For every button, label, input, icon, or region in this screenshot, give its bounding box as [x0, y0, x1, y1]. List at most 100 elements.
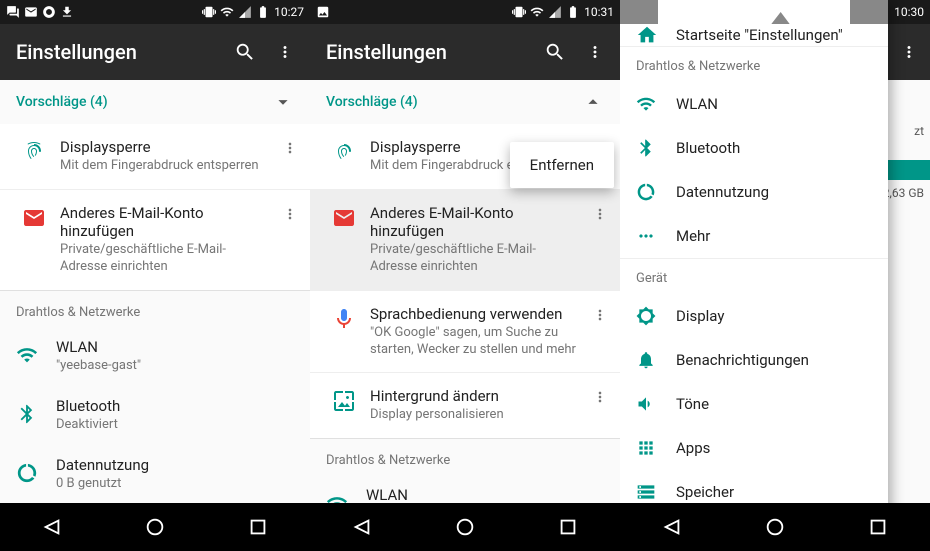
fingerprint-icon [332, 140, 356, 164]
drawer-notifications[interactable]: Benachrichtigungen [620, 338, 888, 382]
overflow-icon[interactable] [586, 41, 604, 63]
drawer-apps[interactable]: Apps [620, 426, 888, 470]
drawer-section-wireless: Drahtlos & Netzwerke [620, 46, 888, 82]
toolbar: Einstellungen [0, 24, 310, 80]
item-data[interactable]: Datennutzung0 B genutzt [0, 444, 310, 503]
drawer-bluetooth[interactable]: Bluetooth [620, 126, 888, 170]
overflow-icon[interactable] [900, 41, 918, 63]
search-icon[interactable] [234, 41, 256, 63]
nav-home-icon[interactable] [454, 516, 476, 538]
suggestion-overflow[interactable] [588, 387, 612, 407]
camera-status-icon [42, 5, 56, 19]
navigation-bar [0, 503, 310, 551]
navigation-bar [620, 503, 930, 551]
data-value: 2,63 GB [883, 186, 924, 200]
apps-icon [636, 438, 656, 458]
gmail-icon [332, 206, 356, 230]
suggestions-header[interactable]: Vorschläge (4) [0, 80, 310, 124]
status-time: 10:31 [584, 5, 614, 19]
home-icon [636, 24, 658, 46]
wallpaper-icon [332, 389, 356, 413]
item-bluetooth[interactable]: BluetoothDeaktiviert [0, 385, 310, 444]
suggestion-overflow[interactable] [278, 204, 302, 224]
suggestion-email[interactable]: Anderes E-Mail-Konto hinzufügen Private/… [0, 189, 310, 290]
wifi-icon [530, 5, 544, 19]
content: Vorschläge (4) Displaysperre Mit dem Fin… [0, 80, 310, 503]
battery-icon [256, 5, 270, 19]
popup-remove-label: Entfernen [530, 156, 594, 174]
drawer-display[interactable]: Display [620, 294, 888, 338]
notification-icon [6, 5, 20, 19]
screenshot-3: 10:30 2,63 GB zt Startseite "Einstellung… [620, 0, 930, 551]
nav-home-icon[interactable] [144, 516, 166, 538]
nav-recent-icon[interactable] [867, 516, 889, 538]
drawer-status [620, 0, 888, 24]
suggestions-label: Vorschläge (4) [16, 94, 108, 110]
item-wlan[interactable]: WLAN"yeebase-gast" [0, 326, 310, 385]
truncated-text: zt [914, 124, 924, 138]
nav-back-icon[interactable] [41, 516, 63, 538]
nav-recent-icon[interactable] [247, 516, 269, 538]
item-wlan[interactable]: WLAN"yeebase-gast" [310, 474, 620, 503]
screenshot-2: 10:31 Einstellungen Vorschläge (4) Displ… [310, 0, 620, 551]
gmail-icon [22, 206, 46, 230]
popup-remove[interactable]: Entfernen [510, 142, 614, 188]
section-wireless: Drahtlos & Netzwerke [310, 439, 620, 474]
drawer-section-device: Gerät [620, 258, 888, 294]
vibrate-icon [202, 5, 216, 19]
nav-home-icon[interactable] [764, 516, 786, 538]
nav-back-icon[interactable] [661, 516, 683, 538]
section-wireless: Drahtlos & Netzwerke [0, 291, 310, 326]
suggestion-title: Anderes E-Mail-Konto hinzufügen [60, 204, 270, 240]
signal-icon [238, 5, 252, 19]
bell-icon [636, 350, 656, 370]
navigation-bar [310, 503, 620, 551]
status-bar: 10:31 [310, 0, 620, 24]
suggestions-header[interactable]: Vorschläge (4) [310, 80, 620, 124]
fingerprint-icon [22, 140, 46, 164]
wifi-icon [326, 493, 348, 503]
suggestion-voice[interactable]: Sprachbedienung verwenden "OK Google" sa… [310, 290, 620, 373]
data-bar [888, 160, 930, 180]
wifi-icon [220, 5, 234, 19]
toolbar: Einstellungen [310, 24, 620, 80]
suggestion-wallpaper[interactable]: Hintergrund ändern Display personalisier… [310, 372, 620, 438]
status-time: 10:27 [274, 5, 304, 19]
page-title: Einstellungen [16, 40, 137, 64]
volume-icon [636, 394, 656, 414]
display-icon [636, 306, 656, 326]
image-status-icon [316, 5, 330, 19]
suggestion-overflow[interactable] [278, 138, 302, 158]
nav-back-icon[interactable] [351, 516, 373, 538]
suggestion-displaylock[interactable]: Displaysperre Mit dem Fingerabdruck ents… [0, 124, 310, 189]
overflow-icon[interactable] [276, 41, 294, 63]
bluetooth-icon [636, 138, 656, 158]
data-usage-icon [636, 182, 656, 202]
drawer-home[interactable]: Startseite "Einstellungen" [620, 24, 888, 46]
storage-icon [636, 482, 656, 502]
suggestion-overflow[interactable] [588, 305, 612, 325]
content: Vorschläge (4) Displaysperre Mit dem Fin… [310, 80, 620, 503]
signal-icon [548, 5, 562, 19]
drawer-wlan[interactable]: WLAN [620, 82, 888, 126]
bluetooth-icon [16, 403, 38, 425]
more-horizontal-icon [636, 226, 656, 246]
drawer-data[interactable]: Datennutzung [620, 170, 888, 214]
screenshot-1: 10:27 Einstellungen Vorschläge (4) Displ… [0, 0, 310, 551]
suggestion-sub: Private/geschäftliche E-Mail-Adresse ein… [60, 242, 270, 276]
download-status-icon [60, 5, 74, 19]
status-bar: 10:27 [0, 0, 310, 24]
drawer-more[interactable]: Mehr [620, 214, 888, 258]
wifi-icon [636, 94, 656, 114]
battery-icon [566, 5, 580, 19]
nav-recent-icon[interactable] [557, 516, 579, 538]
suggestion-email[interactable]: Anderes E-Mail-Konto hinzufügen Private/… [310, 189, 620, 290]
drawer-sound[interactable]: Töne [620, 382, 888, 426]
vibrate-icon [512, 5, 526, 19]
chevron-down-icon [272, 91, 294, 113]
page-title: Einstellungen [326, 40, 447, 64]
gmail-status-icon [24, 5, 38, 19]
suggestion-overflow[interactable] [588, 204, 612, 224]
search-icon[interactable] [544, 41, 566, 63]
data-usage-icon [16, 462, 38, 484]
